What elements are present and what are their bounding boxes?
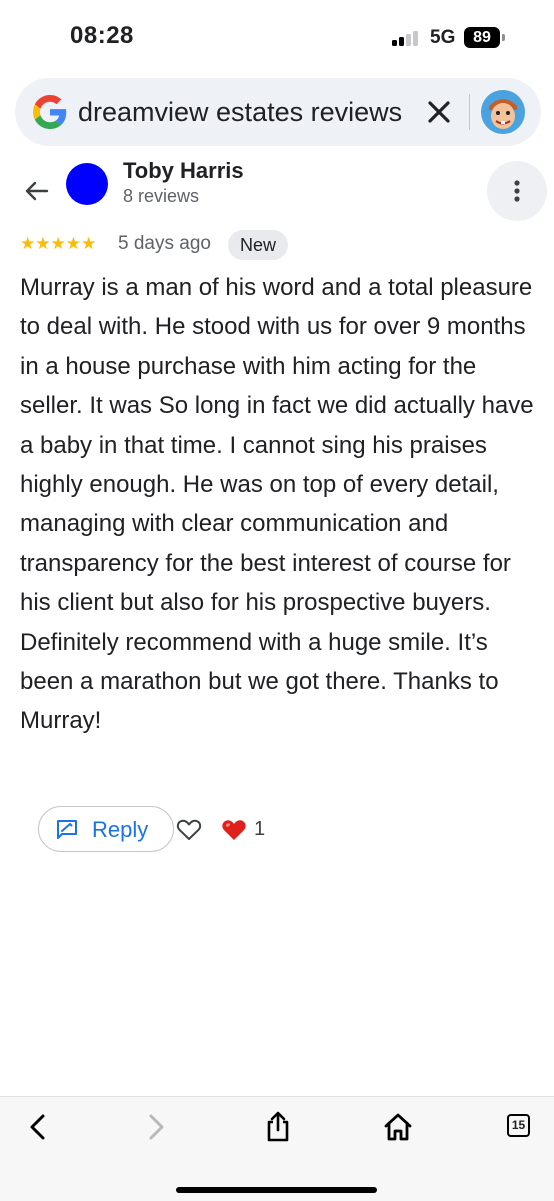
reply-icon	[57, 820, 77, 839]
search-divider	[469, 94, 470, 130]
signal-icon	[392, 30, 422, 46]
share-icon[interactable]	[262, 1111, 294, 1143]
chevron-right-icon[interactable]	[140, 1111, 172, 1143]
new-badge: New	[228, 230, 289, 260]
network-type: 5G	[430, 27, 456, 48]
star-rating: ★★★★★	[20, 234, 97, 253]
search-bar[interactable]: dreamview estates reviews	[15, 78, 541, 146]
status-time: 08:28	[70, 22, 134, 49]
close-icon[interactable]	[425, 98, 453, 126]
battery-cap	[502, 34, 505, 41]
home-indicator[interactable]	[176, 1187, 377, 1193]
reviewer-review-count: 8 reviews	[123, 186, 200, 206]
reviewer-name[interactable]: Toby Harris	[123, 158, 244, 184]
review-text: Murray is a man of his word and a total …	[20, 274, 534, 735]
reaction-count: 1	[254, 818, 266, 840]
reply-label: Reply	[92, 817, 149, 842]
chevron-left-icon[interactable]	[22, 1111, 54, 1143]
tabs-icon[interactable]: 15	[507, 1114, 530, 1137]
review-date: 5 days ago	[118, 233, 211, 254]
more-vert-icon	[514, 180, 520, 202]
browser-toolbar: 15	[0, 1096, 554, 1201]
reviewer-avatar[interactable]	[66, 163, 108, 205]
avatar-face-icon	[481, 90, 525, 134]
google-logo-icon	[33, 95, 67, 129]
reply-button[interactable]: Reply	[38, 806, 174, 852]
search-query[interactable]: dreamview estates reviews	[78, 97, 402, 128]
more-options-button[interactable]	[487, 161, 547, 221]
profile-avatar[interactable]	[481, 90, 525, 134]
battery-icon: 89	[464, 27, 500, 48]
red-heart-icon	[222, 820, 246, 840]
status-bar: 08:28 5G 89	[0, 0, 554, 74]
heart-outline-icon[interactable]	[176, 818, 202, 842]
arrow-left-icon[interactable]	[22, 176, 52, 206]
home-icon[interactable]	[382, 1111, 414, 1143]
